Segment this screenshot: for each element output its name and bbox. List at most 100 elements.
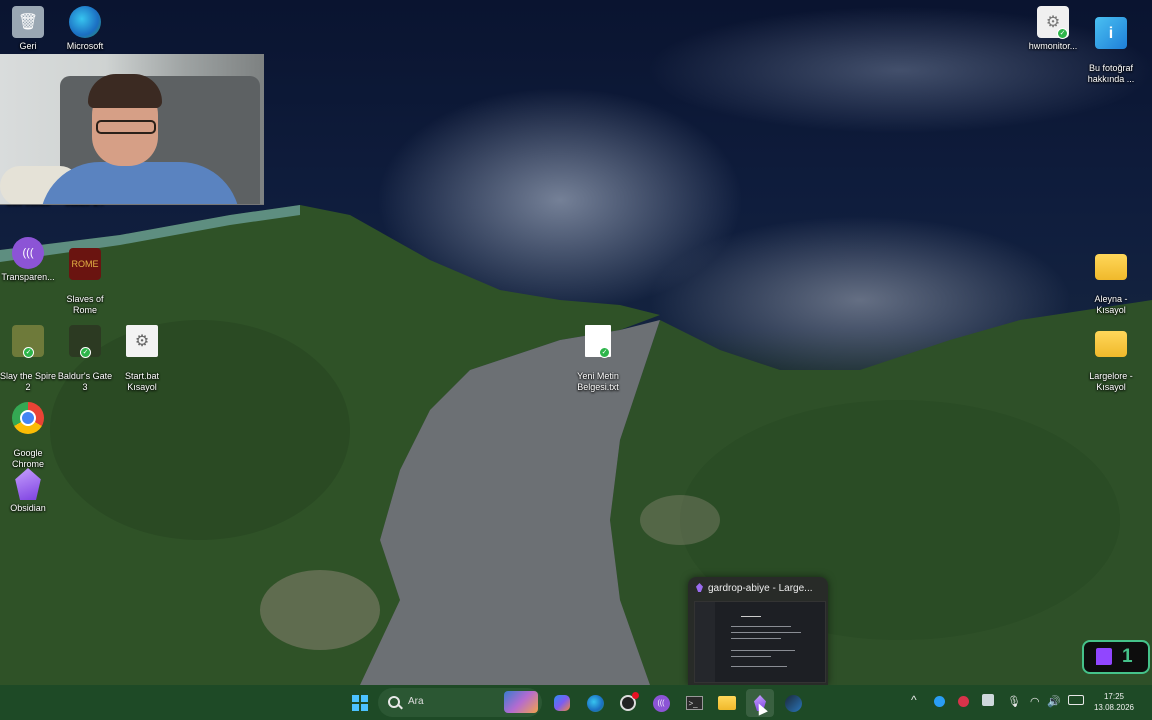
baldurs-gate-icon[interactable]: ✓ Baldur's Gate 3 — [54, 314, 116, 393]
microphone-icon[interactable]: 🎙 — [1007, 695, 1021, 708]
folder-icon — [1095, 331, 1127, 357]
text-file-icon: ✓ — [585, 325, 611, 358]
gear-file-icon: ⚙ — [126, 325, 158, 357]
steam-icon — [784, 694, 802, 712]
webcam-overlay — [0, 54, 264, 205]
chrome-label: Google Chrome — [11, 448, 44, 469]
preview-sidebar — [695, 602, 715, 682]
bu-fotograf-label: Bu fotoğraf hakkında ... — [1087, 63, 1135, 84]
start-bat-icon[interactable]: ⚙ Start.bat Kısayol — [111, 314, 173, 393]
file-explorer-taskbar-button[interactable] — [713, 689, 741, 717]
chat-app-taskbar-button[interactable]: ((( — [647, 689, 675, 717]
obsidian-desktop-icon[interactable]: Obsidian — [0, 468, 59, 514]
largelore-folder-label: Largelore - Kısayol — [1089, 371, 1133, 392]
obsidian-small-icon — [696, 583, 703, 592]
taskbar-thumbnail-preview[interactable]: gardrop-abiye - Large... — [688, 577, 828, 685]
obs-taskbar-button[interactable] — [614, 689, 642, 717]
transparent-app-icon[interactable]: ((( Transparen... — [0, 237, 59, 283]
tray-app-icon-red[interactable] — [958, 696, 969, 710]
start-button[interactable] — [346, 689, 374, 717]
edge-icon-image — [69, 6, 101, 38]
folder-icon — [718, 696, 736, 710]
preview-line — [731, 650, 795, 651]
red-circle-icon — [958, 696, 969, 707]
check-app-icon — [982, 694, 994, 706]
twitch-viewer-widget: 1 — [1082, 640, 1150, 674]
hwmonitor-icon[interactable]: ⚙ ✓ hwmonitor... — [1022, 6, 1084, 52]
edge-icon — [586, 694, 604, 712]
taskbar-search-box[interactable]: Ara — [378, 688, 542, 717]
webcam-person-glasses — [96, 120, 156, 134]
battery-icon[interactable] — [1068, 695, 1084, 708]
recycle-bin-label: Geri — [19, 41, 37, 51]
slay-the-spire-icon[interactable]: ✓ Slay the Spire 2 — [0, 314, 59, 393]
preview-line — [741, 616, 761, 617]
clock-date: 13.08.2026 — [1093, 703, 1135, 712]
sync-check-icon: ✓ — [599, 347, 610, 358]
largelore-folder-icon[interactable]: Largelore - Kısayol — [1080, 314, 1142, 393]
windows-logo-icon — [352, 695, 368, 711]
chrome-icon[interactable]: Google Chrome — [0, 391, 59, 470]
aleyna-folder-label: Aleyna - Kısayol — [1094, 294, 1128, 315]
wifi-icon[interactable]: ◠ — [1030, 695, 1040, 708]
preview-line — [731, 632, 801, 633]
hwmonitor-file-icon: ⚙ ✓ — [1037, 6, 1069, 39]
twitch-logo-icon — [1096, 648, 1112, 665]
obsidian-crystal-icon — [15, 468, 41, 500]
copilot-button[interactable] — [548, 689, 576, 717]
obsidian-desktop-label: Obsidian — [10, 503, 46, 513]
show-hidden-icons-chevron-icon[interactable]: ^ — [911, 693, 917, 707]
slaves-of-rome-label: Slaves of Rome — [66, 294, 104, 315]
recording-dot-icon — [632, 692, 639, 699]
steam-taskbar-button[interactable] — [779, 689, 807, 717]
recycle-bin-icon[interactable]: 🗑 Geri — [0, 6, 59, 52]
hwmonitor-label: hwmonitor... — [1028, 41, 1078, 51]
chrome-logo-icon — [12, 402, 44, 434]
preview-title-row: gardrop-abiye - Large... — [696, 583, 822, 594]
terminal-taskbar-button[interactable]: >_ — [680, 689, 708, 717]
baldurs-gate-logo-icon: ✓ — [69, 325, 101, 358]
taskbar: Ara ((( >_ ^ 🎙 ◠ 🔊 17:25 13.08.2026 — [0, 685, 1152, 720]
chrome-center-icon — [20, 410, 36, 426]
copilot-icon — [554, 695, 570, 711]
preview-line — [731, 638, 781, 639]
sync-check-icon: ✓ — [1057, 28, 1068, 39]
preview-line — [731, 666, 787, 667]
blue-circle-icon — [934, 696, 945, 707]
yeni-metin-icon[interactable]: ✓ Yeni Metin Belgesi.txt — [567, 314, 629, 393]
slaves-of-rome-icon[interactable]: ROME Slaves of Rome — [54, 237, 116, 316]
tray-app-icon-check[interactable] — [982, 694, 994, 709]
start-bat-label: Start.bat Kısayol — [124, 371, 160, 392]
tray-clock[interactable]: 17:25 13.08.2026 — [1092, 691, 1136, 713]
tray-app-icon-blue[interactable] — [934, 696, 945, 710]
transparent-app-label: Transparen... — [1, 272, 55, 282]
slaves-of-rome-logo-icon: ROME — [69, 248, 101, 280]
slay-the-spire-logo-icon: ✓ — [12, 325, 44, 358]
bu-fotograf-icon[interactable]: i Bu fotoğraf hakkında ... — [1080, 6, 1142, 85]
obs-icon — [620, 692, 639, 711]
clock-time: 17:25 — [1103, 692, 1125, 701]
edge-taskbar-button[interactable] — [581, 689, 609, 717]
chat-bubble-icon: ((( — [12, 237, 44, 269]
webcam-person-hair — [88, 74, 162, 108]
search-icon — [388, 696, 400, 708]
recycle-bin-icon-image: 🗑 — [12, 6, 44, 38]
aleyna-folder-icon[interactable]: Aleyna - Kısayol — [1080, 237, 1142, 316]
slay-the-spire-label: Slay the Spire 2 — [0, 371, 57, 392]
info-photo-icon: i — [1095, 17, 1127, 49]
sync-check-icon: ✓ — [23, 347, 34, 358]
edge-desktop-label: Microsoft — [66, 41, 104, 51]
desktop-wallpaper: 🗑 Geri Microsoft ((( Transparen... ROME … — [0, 0, 1152, 685]
volume-icon[interactable]: 🔊 — [1047, 695, 1061, 708]
twitch-viewer-count: 1 — [1122, 646, 1133, 667]
search-highlight-icon — [504, 691, 538, 713]
chat-bubble-icon: ((( — [652, 694, 670, 712]
baldurs-gate-label: Baldur's Gate 3 — [57, 371, 113, 392]
preview-title: gardrop-abiye - Large... — [708, 583, 813, 594]
edge-desktop-icon[interactable]: Microsoft — [54, 6, 116, 52]
preview-line — [731, 626, 791, 627]
preview-line — [731, 656, 771, 657]
folder-icon — [1095, 254, 1127, 280]
sync-check-icon: ✓ — [80, 347, 91, 358]
yeni-metin-label: Yeni Metin Belgesi.txt — [577, 371, 619, 392]
